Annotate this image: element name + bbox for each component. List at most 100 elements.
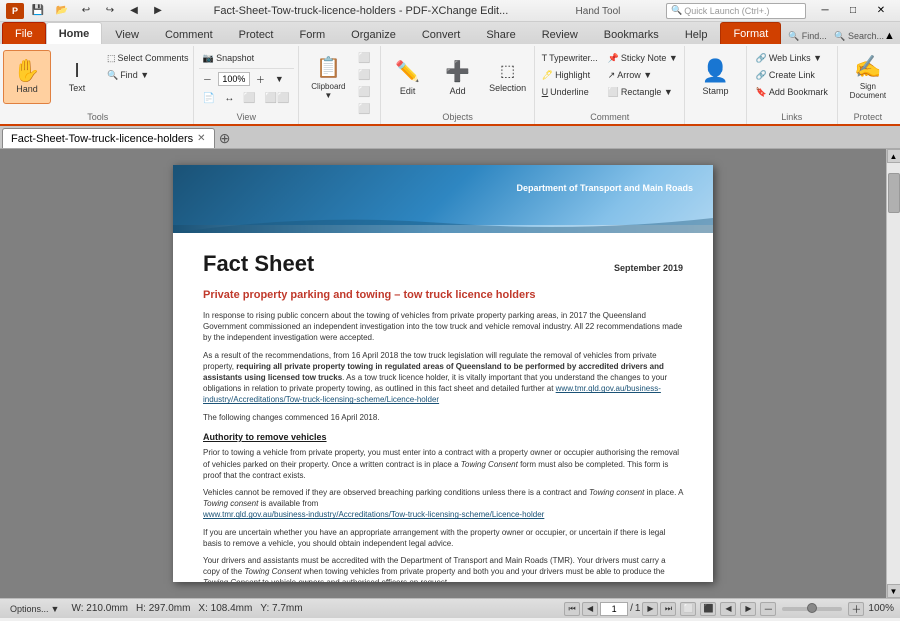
- open-button[interactable]: 📂: [52, 2, 72, 20]
- next-page-btn[interactable]: ▶: [642, 602, 658, 616]
- tab-view[interactable]: View: [102, 24, 152, 44]
- create-link-button[interactable]: 🔗 Create Link: [752, 67, 832, 83]
- copy-btn[interactable]: ⬜: [354, 50, 374, 66]
- main-area: Department of Transport and Main Roads F…: [0, 149, 900, 598]
- fit-width-btn[interactable]: ↔: [220, 90, 238, 106]
- stamp-button[interactable]: 👤 Stamp: [692, 50, 740, 104]
- pdf-date: September 2019: [614, 262, 683, 275]
- document-tab[interactable]: Fact-Sheet-Tow-truck-licence-holders ✕: [2, 128, 215, 148]
- snapshot-button[interactable]: 📷 Snapshot: [199, 50, 294, 66]
- next-nav-btn[interactable]: ▶: [740, 602, 756, 616]
- tab-review[interactable]: Review: [529, 24, 591, 44]
- fit-page-btn[interactable]: 📄: [199, 90, 219, 106]
- tools-col: ⬚ Select Comments 🔍 Find ▼: [103, 50, 193, 83]
- edit-label: Edit: [400, 86, 416, 96]
- scroll-mode-btn[interactable]: ⬜: [680, 602, 696, 616]
- zoom-dropdown[interactable]: ▼: [271, 71, 288, 87]
- tab-convert[interactable]: Convert: [409, 24, 474, 44]
- zoom-in-status-btn[interactable]: ＋: [848, 602, 864, 616]
- tab-format[interactable]: Format: [720, 22, 781, 44]
- status-width: W: 210.0mm: [71, 603, 128, 614]
- underline-button[interactable]: U Underline: [538, 84, 602, 100]
- underline-icon: U: [542, 87, 549, 97]
- undo-button[interactable]: ↩: [76, 2, 96, 20]
- select-comments-button[interactable]: ⬚ Select Comments: [103, 50, 193, 66]
- selection-button[interactable]: ⬚ Selection: [484, 50, 532, 104]
- minimize-button[interactable]: ─: [812, 2, 838, 20]
- pdf-title-row: Fact Sheet September 2019: [203, 249, 683, 280]
- status-left: Options... ▼ W: 210.0mm H: 297.0mm X: 10…: [6, 601, 303, 617]
- zoom-out-btn[interactable]: －: [199, 71, 216, 87]
- add-object-button[interactable]: ➕ Add: [434, 50, 482, 104]
- forward-button[interactable]: ▶: [148, 2, 168, 20]
- prev-nav-btn[interactable]: ◀: [720, 602, 736, 616]
- scroll-down-arrow[interactable]: ▼: [887, 584, 900, 598]
- save-button[interactable]: 💾: [28, 2, 48, 20]
- vertical-scrollbar[interactable]: ▲ ▼: [886, 149, 900, 598]
- pdf-para-3: The following changes commenced 16 April…: [203, 412, 683, 423]
- single-page-btn[interactable]: ⬜: [239, 90, 259, 106]
- pdf-viewer[interactable]: Department of Transport and Main Roads F…: [0, 149, 886, 598]
- last-page-btn[interactable]: ⏭: [660, 602, 676, 616]
- title-bar: P 💾 📂 ↩ ↪ ◀ ▶ Fact-Sheet-Tow-truck-licen…: [0, 0, 900, 22]
- paste-btn[interactable]: ⬜: [354, 67, 374, 83]
- create-link-icon: 🔗: [756, 70, 767, 81]
- view-col: 📷 Snapshot － ＋ ▼ 📄 ↔ ⬜: [199, 50, 294, 106]
- scroll-track[interactable]: [887, 163, 900, 584]
- options-dropdown-icon: ▼: [51, 604, 60, 614]
- edit-object-button[interactable]: ✏️ Edit: [384, 50, 432, 104]
- tab-organize[interactable]: Organize: [338, 24, 409, 44]
- tab-protect[interactable]: Protect: [226, 24, 287, 44]
- tab-form[interactable]: Form: [287, 24, 339, 44]
- maximize-button[interactable]: □: [840, 2, 866, 20]
- format-btn[interactable]: ⬜: [354, 101, 374, 117]
- two-page-btn[interactable]: ⬜⬜: [261, 90, 294, 106]
- first-page-btn[interactable]: ⏮: [564, 602, 580, 616]
- stamp-label: Stamp: [703, 86, 729, 96]
- clipboard-button[interactable]: 📋 Clipboard ▼: [304, 50, 352, 104]
- tab-file[interactable]: File: [2, 22, 46, 44]
- page-number-input[interactable]: [600, 602, 628, 616]
- tab-share[interactable]: Share: [473, 24, 528, 44]
- hand-tool-button[interactable]: ✋ Hand: [3, 50, 51, 104]
- fit-mode-btn[interactable]: ⬛: [700, 602, 716, 616]
- tab-comment[interactable]: Comment: [152, 24, 226, 44]
- tab-help[interactable]: Help: [672, 24, 721, 44]
- typewriter-label: Typewriter...: [549, 53, 598, 63]
- zoom-out-status-btn[interactable]: －: [760, 602, 776, 616]
- scroll-thumb[interactable]: [888, 173, 900, 213]
- prev-page-btn[interactable]: ◀: [582, 602, 598, 616]
- zoom-slider[interactable]: [782, 607, 842, 611]
- pdf-content: Fact Sheet September 2019 Private proper…: [173, 233, 713, 582]
- window-controls: ─ □ ✕: [812, 2, 894, 20]
- rectangle-button[interactable]: ⬜ Rectangle ▼: [604, 84, 682, 100]
- zoom-in-btn[interactable]: ＋: [252, 71, 269, 87]
- highlight-button[interactable]: 🖊 Highlight: [538, 67, 602, 83]
- pdf-para-1: In response to rising public concern abo…: [203, 310, 683, 344]
- options-button[interactable]: Options... ▼: [6, 601, 63, 617]
- sticky-note-button[interactable]: 📌 Sticky Note ▼: [604, 50, 682, 66]
- text-tool-button[interactable]: I Text: [53, 50, 101, 104]
- typewriter-button[interactable]: T Typewriter...: [538, 50, 602, 66]
- web-links-button[interactable]: 🔗 Web Links ▼: [752, 50, 832, 66]
- redo-button[interactable]: ↪: [100, 2, 120, 20]
- new-tab-button[interactable]: ⊕: [216, 129, 234, 147]
- scroll-up-arrow[interactable]: ▲: [887, 149, 900, 163]
- back-button[interactable]: ◀: [124, 2, 144, 20]
- doc-tab-close[interactable]: ✕: [197, 133, 205, 144]
- arrow-button[interactable]: ↗ Arrow ▼: [604, 67, 682, 83]
- status-height: H: 297.0mm: [136, 603, 190, 614]
- find-button[interactable]: 🔍 Find ▼: [103, 67, 193, 83]
- tab-home[interactable]: Home: [46, 22, 103, 44]
- ribbon-collapse[interactable]: ▲: [884, 30, 898, 44]
- close-button[interactable]: ✕: [868, 2, 894, 20]
- tab-bookmarks[interactable]: Bookmarks: [591, 24, 672, 44]
- clipboard-label: Clipboard ▼: [307, 82, 349, 100]
- cut-btn[interactable]: ⬜: [354, 84, 374, 100]
- zoom-slider-thumb[interactable]: [807, 603, 817, 613]
- find-label[interactable]: 🔍 Find... 🔍 Search...: [788, 31, 884, 44]
- add-bookmark-button[interactable]: 🔖 Add Bookmark: [752, 84, 832, 100]
- zoom-input[interactable]: [218, 72, 250, 86]
- quick-launch-input[interactable]: 🔍 Quick Launch (Ctrl+.): [666, 3, 806, 19]
- sign-document-button[interactable]: ✍️ SignDocument: [844, 50, 892, 104]
